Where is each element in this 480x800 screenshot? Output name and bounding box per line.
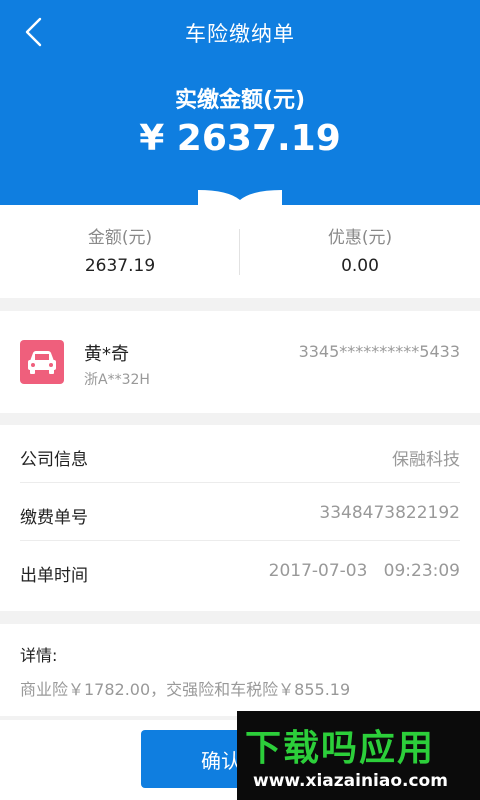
info-value: 保融科技 [392, 450, 460, 470]
discount-column: 优惠(元) 0.00 [240, 223, 480, 276]
discount-label: 优惠(元) [327, 228, 393, 248]
license-plate: 浙A**32H [84, 372, 150, 388]
details-label: 详情: [20, 646, 58, 665]
amount-label: 金额(元) [87, 228, 153, 248]
id-number: 3345**********5433 [298, 342, 460, 361]
header: 车险缴纳单 实缴金额(元) ¥ 2637.19 [0, 0, 480, 205]
info-key: 出单时间 [20, 566, 88, 586]
details-text: 商业险￥1782.00，交强险和车税险￥855.19 [20, 680, 351, 699]
info-row-order-number: 缴费单号 3348473822192 [20, 483, 460, 541]
amount-column: 金额(元) 2637.19 [0, 223, 240, 276]
owner-card: 黄*奇 浙A**32H 3345**********5433 [0, 311, 480, 413]
page-title: 车险缴纳单 [185, 22, 295, 46]
discount-value: 0.00 [341, 256, 379, 276]
watermark-url: www.xiazainiao.com [253, 771, 448, 791]
site-watermark: 下载吗应用 www.xiazainiao.com [237, 711, 480, 800]
info-row-issue-time: 出单时间 2017-07-03 09:23:09 [20, 541, 460, 599]
info-value: 2017-07-03 09:23:09 [268, 561, 460, 581]
info-key: 缴费单号 [20, 508, 88, 528]
paid-amount-label: 实缴金额(元) [174, 88, 306, 113]
info-row-company: 公司信息 保融科技 [20, 425, 460, 483]
watermark-logo: 下载吗应用 [245, 728, 436, 769]
info-key: 公司信息 [20, 450, 88, 470]
amount-value: 2637.19 [84, 256, 156, 276]
owner-name: 黄*奇 [84, 344, 129, 365]
header-notch [198, 190, 282, 206]
paid-amount-value: ¥ 2637.19 [139, 118, 341, 159]
details-section: 详情: 商业险￥1782.00，交强险和车税险￥855.19 [0, 624, 480, 716]
info-value: 3348473822192 [319, 503, 460, 523]
amount-summary: 金额(元) 2637.19 优惠(元) 0.00 [0, 205, 480, 298]
car-icon [20, 340, 64, 384]
policy-info: 公司信息 保融科技 缴费单号 3348473822192 出单时间 2017-0… [0, 425, 480, 611]
